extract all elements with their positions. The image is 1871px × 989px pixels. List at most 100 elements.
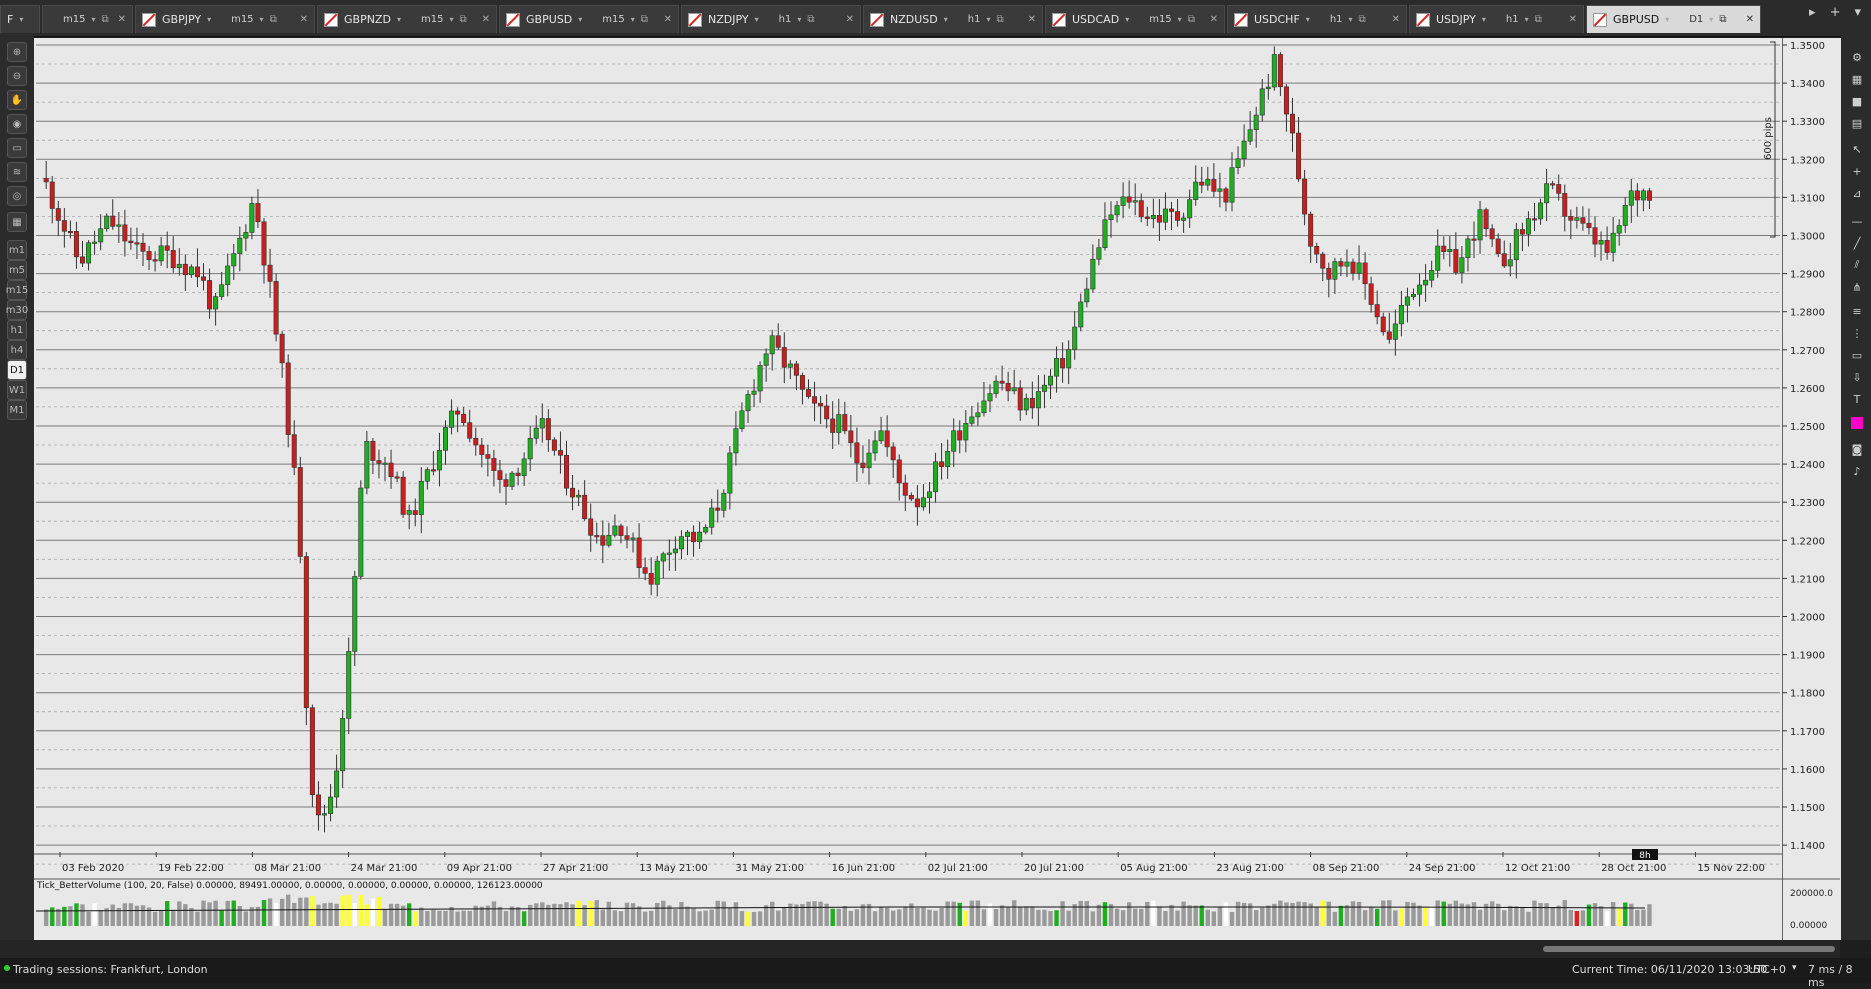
candle-body <box>418 480 424 515</box>
volume-bar <box>1096 904 1102 926</box>
volume-bar <box>1090 911 1096 926</box>
candle-body <box>479 444 485 455</box>
candle-body <box>642 567 648 574</box>
candle-body <box>557 450 563 456</box>
candle-body <box>491 458 497 471</box>
candle-body <box>1283 86 1289 115</box>
candle-body <box>1429 270 1435 281</box>
price-tick-label: 1.2300 <box>1790 498 1825 509</box>
volume-bar <box>1550 907 1555 926</box>
volume-bar <box>394 903 400 926</box>
candle-body <box>582 494 588 520</box>
candle-body <box>551 439 557 451</box>
candle-body <box>194 266 200 278</box>
volume-bar <box>1133 908 1138 926</box>
candle-body <box>1495 238 1501 254</box>
price-tick-label: 1.2600 <box>1790 384 1825 395</box>
volume-bar <box>709 909 714 926</box>
volume-bar <box>679 901 684 926</box>
volume-bar <box>461 910 466 926</box>
volume-bar <box>1181 901 1186 926</box>
candle-body <box>684 531 690 537</box>
status-bar: Trading sessions: Frankfurt, London Curr… <box>0 958 1871 989</box>
volume-bar <box>1157 906 1162 926</box>
candle-body <box>799 375 805 390</box>
volume-bar <box>951 901 956 926</box>
time-tick-label: 20 Jul 21:00 <box>1024 863 1084 874</box>
candle-body <box>697 531 703 543</box>
candle-body <box>715 507 721 511</box>
volume-bar <box>1290 902 1295 926</box>
volume-bar <box>897 909 902 926</box>
candle-body <box>878 430 884 442</box>
scrollbar-thumb[interactable] <box>1543 946 1835 952</box>
time-tick-label: 12 Oct 21:00 <box>1505 863 1570 874</box>
candle-body <box>61 220 67 232</box>
volume-bar <box>1193 905 1198 926</box>
candle-body <box>1586 222 1592 228</box>
candle-body <box>618 525 624 536</box>
price-tick-label: 1.1700 <box>1790 727 1825 738</box>
volume-tick-label: 200000.0 <box>1790 889 1833 899</box>
price-tick-label: 1.3400 <box>1790 79 1825 90</box>
candle-body <box>733 428 739 454</box>
candle-body <box>1199 181 1205 186</box>
candle-body <box>1072 326 1078 350</box>
price-chart[interactable]: 1.3500 1.3400 1.3300 1.3200 1.3100 1.3000 1.29… <box>0 0 1871 983</box>
candle-body <box>1265 86 1271 90</box>
candle-body <box>515 472 521 476</box>
volume-bar <box>237 906 242 926</box>
range-label: 600 pips <box>1763 117 1774 160</box>
candle-body <box>49 181 55 209</box>
volume-bar <box>1598 906 1604 926</box>
timezone-selector[interactable]: UTC+0 <box>1748 963 1786 976</box>
volume-bar <box>1126 902 1132 926</box>
candle-body <box>1568 216 1574 221</box>
volume-bar <box>449 906 454 926</box>
volume-bar <box>878 906 884 926</box>
volume-bar <box>1054 910 1059 926</box>
volume-bar <box>812 901 817 926</box>
volume-bar <box>1024 906 1029 926</box>
timezone-caret-icon[interactable]: ▾ <box>1792 963 1797 973</box>
candle-body <box>860 462 866 469</box>
candle-body <box>1308 213 1314 247</box>
volume-bar <box>848 910 854 926</box>
candle-body <box>291 434 297 468</box>
volume-bar <box>1411 902 1416 926</box>
candle-body <box>1223 188 1229 203</box>
volume-bar <box>1580 910 1586 926</box>
candle-body <box>1217 188 1223 192</box>
candle-body <box>630 537 636 540</box>
volume-bar <box>594 900 599 926</box>
volume-bar <box>298 897 303 926</box>
chart-scrollbar[interactable] <box>0 940 1840 958</box>
volume-bar <box>1387 900 1392 926</box>
candle-body <box>1181 217 1187 221</box>
volume-bar <box>122 903 128 926</box>
candle-body <box>1017 387 1023 411</box>
volume-bar <box>739 911 745 926</box>
candle-body <box>1175 211 1181 221</box>
volume-bar <box>745 911 751 926</box>
candle-body <box>1380 316 1386 333</box>
volume-bar <box>1592 903 1598 926</box>
volume-bar <box>733 902 739 926</box>
candle-body <box>92 241 98 244</box>
volume-bar <box>515 907 521 926</box>
volume-bar <box>1568 909 1573 926</box>
volume-bar <box>1120 910 1126 926</box>
candle-body <box>866 452 872 469</box>
volume-bar <box>757 911 763 926</box>
volume-bar <box>721 901 726 926</box>
volume-bar <box>776 910 781 926</box>
volume-bar <box>642 911 648 926</box>
candle-body <box>1616 225 1622 234</box>
volume-bar <box>1078 900 1083 926</box>
candle-body <box>122 224 128 242</box>
candle-body <box>334 770 340 798</box>
candle-body <box>358 487 364 577</box>
candle-body <box>1048 375 1054 386</box>
candle-body <box>600 535 606 546</box>
candle-body <box>158 245 164 262</box>
